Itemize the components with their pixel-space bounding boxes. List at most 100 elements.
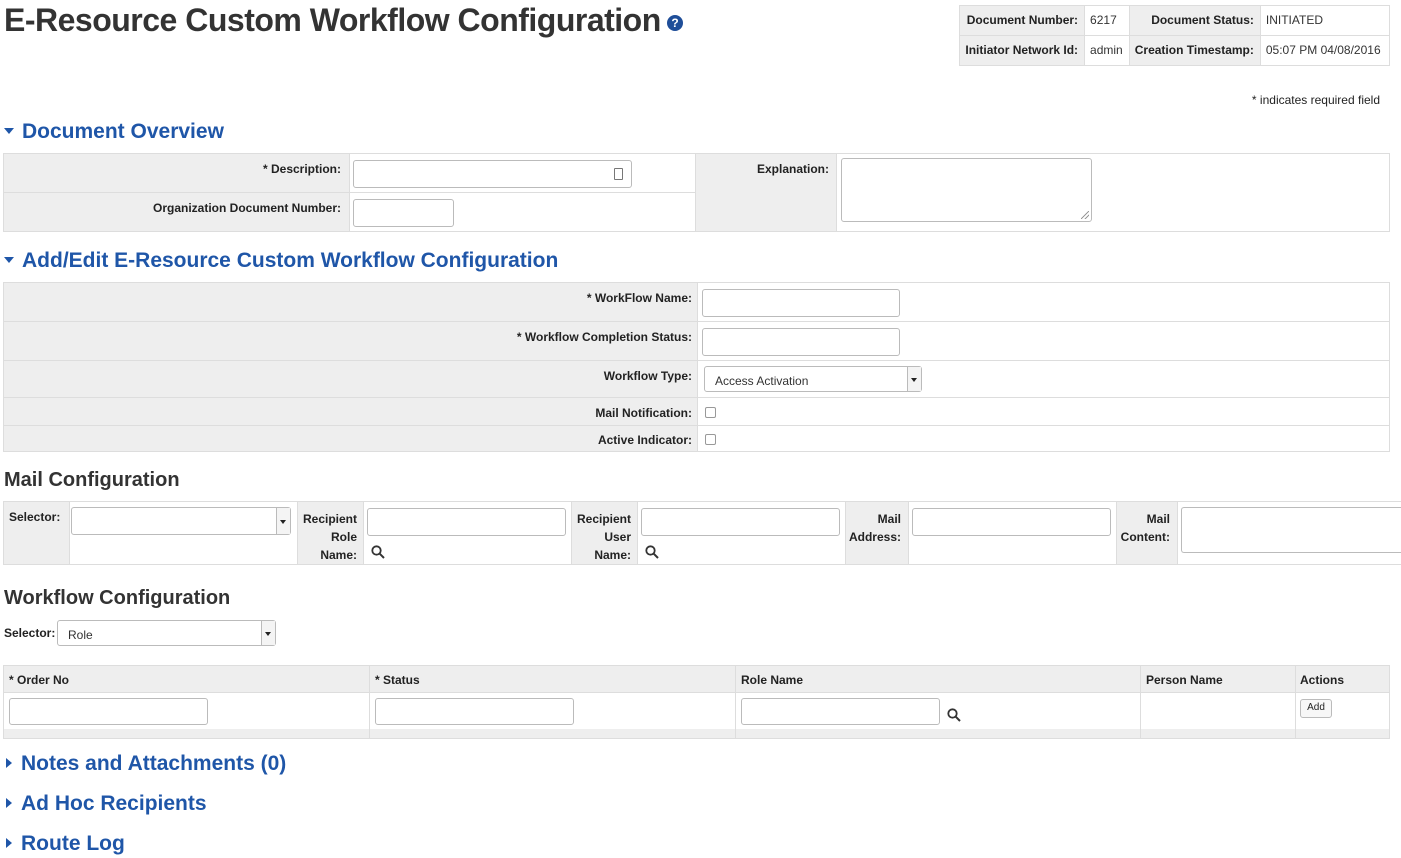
description-input[interactable] xyxy=(353,160,632,188)
add-edit-panel: * WorkFlow Name: * Workflow Completion S… xyxy=(3,282,1390,452)
chevron-down-icon xyxy=(276,508,290,534)
expand-text-icon[interactable] xyxy=(614,168,623,180)
document-overview-panel: * Description: Organization Document Num… xyxy=(3,153,1390,232)
document-number-value: 6217 xyxy=(1084,5,1130,36)
divider xyxy=(297,502,298,564)
divider xyxy=(845,502,846,564)
column-header-role-name[interactable]: Role Name xyxy=(741,673,803,687)
workflow-selector-select[interactable]: Role xyxy=(57,620,276,646)
search-icon[interactable] xyxy=(371,545,385,559)
route-log-header[interactable]: Route Log xyxy=(4,832,125,856)
explanation-textarea[interactable] xyxy=(841,158,1092,222)
page-title: E-Resource Custom Workflow Configuration… xyxy=(4,2,683,39)
required-field-note: * indicates required field xyxy=(1251,93,1380,107)
divider xyxy=(1116,502,1117,564)
mail-selector-select[interactable] xyxy=(71,507,291,535)
divider xyxy=(4,692,1389,693)
mail-address-label-line: Mail xyxy=(877,512,901,526)
document-number-label: Document Number: xyxy=(959,5,1086,36)
mail-content-label-line: Mail xyxy=(1146,512,1170,526)
recipient-user-label-line: Recipient xyxy=(576,512,631,526)
divider xyxy=(735,666,736,738)
recipient-role-name-input[interactable] xyxy=(367,508,566,536)
search-icon[interactable] xyxy=(645,545,659,559)
workflow-type-label: Workflow Type: xyxy=(603,369,692,383)
column-header-actions: Actions xyxy=(1300,673,1345,687)
column-header-person-name[interactable]: Person Name xyxy=(1146,673,1223,687)
initiator-value: admin xyxy=(1084,35,1130,66)
active-indicator-checkbox[interactable] xyxy=(705,434,716,445)
notes-attachments-header[interactable]: Notes and Attachments (0) xyxy=(4,752,286,776)
adhoc-recipients-title: Ad Hoc Recipients xyxy=(21,792,207,815)
mail-configuration-title: Mail Configuration xyxy=(4,469,180,491)
order-no-input[interactable] xyxy=(9,698,208,725)
divider xyxy=(69,502,70,564)
caret-right-icon xyxy=(6,757,12,768)
mail-address-input[interactable] xyxy=(912,508,1111,536)
divider xyxy=(836,154,837,231)
divider xyxy=(4,425,1389,426)
mail-configuration-panel: Selector: Recipient Role Name: Recipient… xyxy=(3,501,1401,565)
mail-notification-checkbox[interactable] xyxy=(705,407,716,418)
workflow-table-footer xyxy=(4,729,1389,738)
workflow-configuration-title: Workflow Configuration xyxy=(4,587,231,609)
question-circle-icon[interactable]: ? xyxy=(666,14,683,31)
divider xyxy=(1295,666,1296,738)
workflow-table: * Order No * Status Role Name Person Nam… xyxy=(3,665,1390,739)
workflow-type-select[interactable]: Access Activation xyxy=(704,366,922,392)
workflow-name-label: * WorkFlow Name: xyxy=(586,291,692,305)
completion-status-input[interactable] xyxy=(702,328,900,356)
divider xyxy=(4,321,1389,322)
workflow-selector-value: Role xyxy=(68,628,93,642)
search-icon[interactable] xyxy=(947,708,961,722)
divider xyxy=(4,192,695,193)
recipient-role-label-line: Name: xyxy=(320,548,357,562)
column-header-status[interactable]: * Status xyxy=(375,673,420,687)
recipient-user-label-line: Name: xyxy=(594,548,631,562)
timestamp-label: Creation Timestamp: xyxy=(1128,35,1261,66)
column-header-order-no[interactable]: * Order No xyxy=(9,673,69,687)
route-log-title: Route Log xyxy=(21,832,125,855)
divider xyxy=(1177,502,1178,564)
divider xyxy=(369,666,370,738)
org-doc-number-input[interactable] xyxy=(353,199,454,227)
divider xyxy=(571,502,572,564)
document-status-label: Document Status: xyxy=(1128,5,1261,36)
adhoc-recipients-header[interactable]: Ad Hoc Recipients xyxy=(4,792,207,816)
recipient-user-name-label: Recipient User Name: xyxy=(577,510,631,564)
add-edit-header[interactable]: Add/Edit E-Resource Custom Workflow Conf… xyxy=(4,249,558,273)
timestamp-value: 05:07 PM 04/08/2016 xyxy=(1259,35,1391,66)
document-overview-header[interactable]: Document Overview xyxy=(4,120,224,144)
add-edit-title: Add/Edit E-Resource Custom Workflow Conf… xyxy=(22,249,559,272)
role-name-input[interactable] xyxy=(741,698,940,725)
recipient-user-label-line: User xyxy=(604,530,631,544)
mail-address-label-line: Address: xyxy=(848,530,901,544)
resize-handle-icon[interactable] xyxy=(1081,211,1089,219)
active-indicator-label: Active Indicator: xyxy=(597,433,692,447)
mail-selector-label: Selector: xyxy=(9,510,61,524)
mail-notification-label: Mail Notification: xyxy=(595,406,692,420)
mail-content-textarea[interactable] xyxy=(1181,507,1401,553)
notes-attachments-title: Notes and Attachments (0) xyxy=(21,752,287,775)
divider xyxy=(695,154,696,231)
document-info-table: Document Number: 6217 Document Status: I… xyxy=(959,5,1391,66)
add-button[interactable]: Add xyxy=(1300,699,1332,718)
divider xyxy=(4,397,1389,398)
workflow-selector-label: Selector: xyxy=(4,626,56,640)
mail-content-label-line: Content: xyxy=(1120,530,1170,544)
divider xyxy=(908,502,909,564)
recipient-user-name-input[interactable] xyxy=(641,508,840,536)
divider xyxy=(4,360,1389,361)
divider xyxy=(637,502,638,564)
completion-status-label: * Workflow Completion Status: xyxy=(516,330,692,344)
caret-right-icon xyxy=(6,797,12,808)
status-input[interactable] xyxy=(375,698,574,725)
initiator-label: Initiator Network Id: xyxy=(959,35,1086,66)
workflow-name-input[interactable] xyxy=(702,289,900,317)
chevron-down-icon xyxy=(261,621,275,645)
page-title-text: E-Resource Custom Workflow Configuration xyxy=(4,2,661,38)
chevron-down-icon xyxy=(907,367,921,391)
description-label: * Description: xyxy=(262,162,341,176)
caret-down-icon xyxy=(4,127,14,134)
recipient-role-name-label: Recipient Role Name: xyxy=(303,510,357,564)
